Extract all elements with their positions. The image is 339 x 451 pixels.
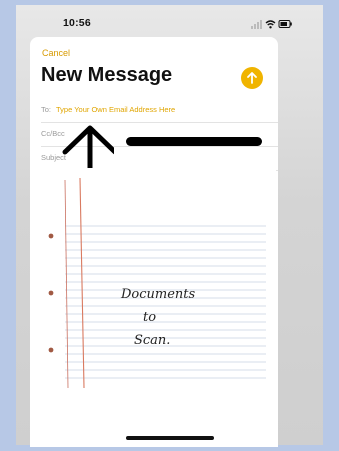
handwriting-line-3: Scan. [134,333,170,348]
status-bar: 10:56 [16,5,323,39]
arrow-up-icon [247,72,257,84]
page-title: New Message [41,64,173,86]
to-input[interactable]: Type Your Own Email Address Here [56,105,175,114]
cancel-button[interactable]: Cancel [42,48,70,58]
annotation-line [126,137,262,146]
notebook-paper-image: Documents to Scan. [40,168,276,388]
handwriting-line-2: to [143,310,156,325]
home-indicator[interactable] [126,436,214,440]
status-time: 10:56 [63,17,91,29]
battery-icon [278,20,292,28]
send-button[interactable] [241,67,263,89]
signal-icon [251,20,262,29]
handwriting-line-1: Documents [120,287,196,302]
to-label: To: [41,105,52,114]
wifi-icon [265,20,276,29]
status-icons [251,20,292,29]
